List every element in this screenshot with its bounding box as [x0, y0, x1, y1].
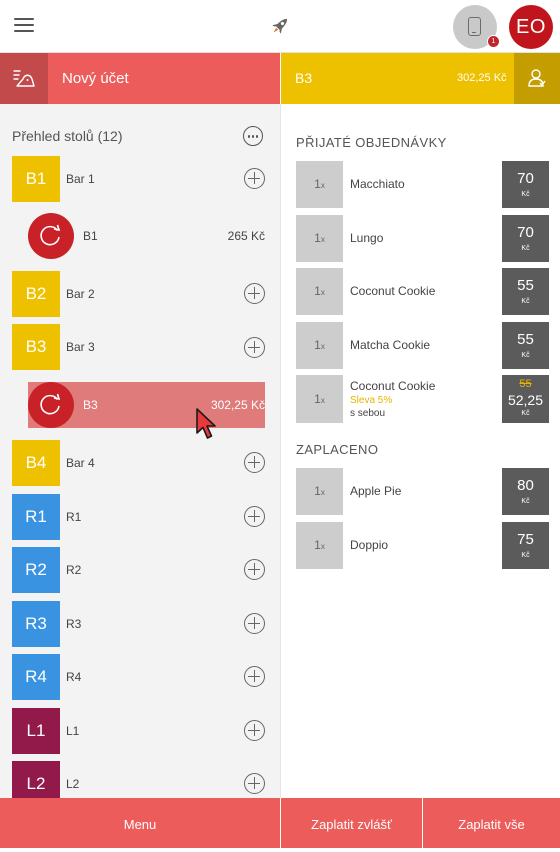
order-price: 70 Kč	[502, 161, 549, 208]
table-name: R4	[66, 670, 82, 684]
order-name: Doppio	[350, 538, 389, 552]
paid-item[interactable]: 1x Doppio 75 Kč	[296, 522, 549, 569]
table-name: R3	[66, 617, 82, 631]
hamburger-icon[interactable]	[14, 16, 34, 34]
order-price: 75 Kč	[502, 522, 549, 569]
user-avatar[interactable]: EO	[509, 5, 553, 49]
bottom-action-bar: Menu Zaplatit zvlášť Zaplatit vše	[0, 798, 560, 848]
order-item[interactable]: 1x Macchiato 70 Kč	[296, 161, 549, 208]
paid-item[interactable]: 1x Apple Pie 80 Kč	[296, 468, 549, 515]
add-account-icon[interactable]	[244, 452, 265, 473]
account-name: B1	[83, 229, 98, 243]
table-tile-l1[interactable]: L1	[12, 708, 60, 754]
table-tile-b1[interactable]: B1	[12, 156, 60, 202]
tablet-button[interactable]: 1	[453, 5, 500, 49]
order-name: Lungo	[350, 231, 384, 245]
order-quantity: 1x	[296, 161, 343, 208]
table-name: Bar 4	[66, 456, 95, 470]
table-name: L2	[66, 777, 80, 791]
account-amount: 302,25 Kč	[210, 398, 265, 412]
pay-all-button[interactable]: Zaplatit vše	[423, 798, 560, 848]
order-price: 70 Kč	[502, 215, 549, 262]
menu-button[interactable]: Menu	[0, 798, 280, 848]
table-tile-b4[interactable]: B4	[12, 440, 60, 486]
add-account-icon[interactable]	[244, 720, 265, 741]
new-account-button[interactable]: Nový účet	[62, 53, 129, 104]
order-quantity: 1x	[296, 468, 343, 515]
table-tile-b3[interactable]: B3	[12, 324, 60, 370]
account-refresh-icon	[28, 382, 74, 428]
order-item[interactable]: 1x Coconut Cookie 55 Kč	[296, 268, 549, 315]
order-name: Matcha Cookie	[350, 338, 431, 352]
person-icon	[528, 69, 546, 87]
discount-label: Sleva 5%	[350, 395, 393, 406]
order-item-discounted[interactable]: 1x Coconut Cookie Sleva 5% s sebou 55 52…	[296, 375, 549, 423]
order-price: 80 Kč	[502, 468, 549, 515]
add-account-icon[interactable]	[244, 168, 265, 189]
order-detail-panel: PŘIJATÉ OBJEDNÁVKY 1x Macchiato 70 Kč 1x …	[281, 104, 560, 798]
add-account-icon[interactable]	[244, 773, 265, 794]
rocket-icon	[266, 12, 294, 40]
account-amount: 265 Kč	[227, 229, 265, 243]
receipt-button[interactable]	[0, 53, 48, 104]
table-name: R2	[66, 563, 82, 577]
table-tile-l2[interactable]: L2	[12, 761, 60, 798]
selected-table-label: B3	[295, 70, 313, 86]
mouse-cursor-icon	[196, 408, 216, 439]
received-orders-title: PŘIJATÉ OBJEDNÁVKY	[296, 135, 447, 150]
order-quantity: 1x	[296, 268, 343, 315]
order-item[interactable]: 1x Lungo 70 Kč	[296, 215, 549, 262]
order-quantity: 1x	[296, 215, 343, 262]
order-price: 55 Kč	[502, 322, 549, 369]
table-tile-b2[interactable]: B2	[12, 271, 60, 317]
customer-button[interactable]	[514, 53, 560, 104]
table-name: Bar 1	[66, 172, 95, 186]
table-name: L1	[66, 724, 80, 738]
paid-title: ZAPLACENO	[296, 442, 379, 457]
table-tile-r4[interactable]: R4	[12, 654, 60, 700]
order-name: Coconut Cookie	[350, 284, 436, 298]
tables-overview-title: Přehled stolů (12)	[12, 128, 123, 144]
takeaway-note: s sebou	[350, 408, 386, 419]
more-options-icon[interactable]	[243, 126, 263, 146]
order-quantity: 1x	[296, 322, 343, 369]
account-refresh-icon	[28, 213, 74, 259]
add-account-icon[interactable]	[244, 506, 265, 527]
selected-account-bar: B3 302,25 Kč	[281, 53, 560, 104]
table-name: Bar 3	[66, 340, 95, 354]
order-name: Macchiato	[350, 177, 405, 191]
pay-separately-button[interactable]: Zaplatit zvlášť	[281, 798, 422, 848]
order-quantity: 1x	[296, 522, 343, 569]
order-name: Apple Pie	[350, 484, 402, 498]
new-account-bar: Nový účet	[0, 53, 280, 104]
add-account-icon[interactable]	[244, 283, 265, 304]
order-quantity: 1x	[296, 375, 343, 423]
table-name: R1	[66, 510, 82, 524]
order-price: 55 Kč	[502, 268, 549, 315]
account-name: B3	[83, 398, 98, 412]
table-tile-r1[interactable]: R1	[12, 494, 60, 540]
order-item[interactable]: 1x Matcha Cookie 55 Kč	[296, 322, 549, 369]
tables-overview-panel: Přehled stolů (12) B1 Bar 1 B1 265 Kč B2…	[0, 104, 280, 798]
notification-badge: 1	[487, 35, 500, 48]
discounted-price: 52,25	[507, 392, 544, 408]
add-account-icon[interactable]	[244, 613, 265, 634]
original-price: 55	[519, 378, 532, 390]
account-row-b3[interactable]: B3 302,25 Kč	[28, 382, 265, 428]
table-tile-r2[interactable]: R2	[12, 547, 60, 593]
table-name: Bar 2	[66, 287, 95, 301]
top-bar: 1 EO	[0, 0, 560, 53]
add-account-icon[interactable]	[244, 337, 265, 358]
order-price: 55 52,25 Kč	[502, 375, 549, 423]
receipt-icon	[13, 70, 35, 87]
add-account-icon[interactable]	[244, 559, 265, 580]
account-row-b1[interactable]: B1 265 Kč	[28, 213, 265, 259]
order-name: Coconut Cookie	[350, 379, 436, 393]
tablet-icon	[468, 17, 481, 36]
selected-account-total: 302,25 Kč	[457, 72, 507, 84]
add-account-icon[interactable]	[244, 666, 265, 687]
table-tile-r3[interactable]: R3	[12, 601, 60, 647]
